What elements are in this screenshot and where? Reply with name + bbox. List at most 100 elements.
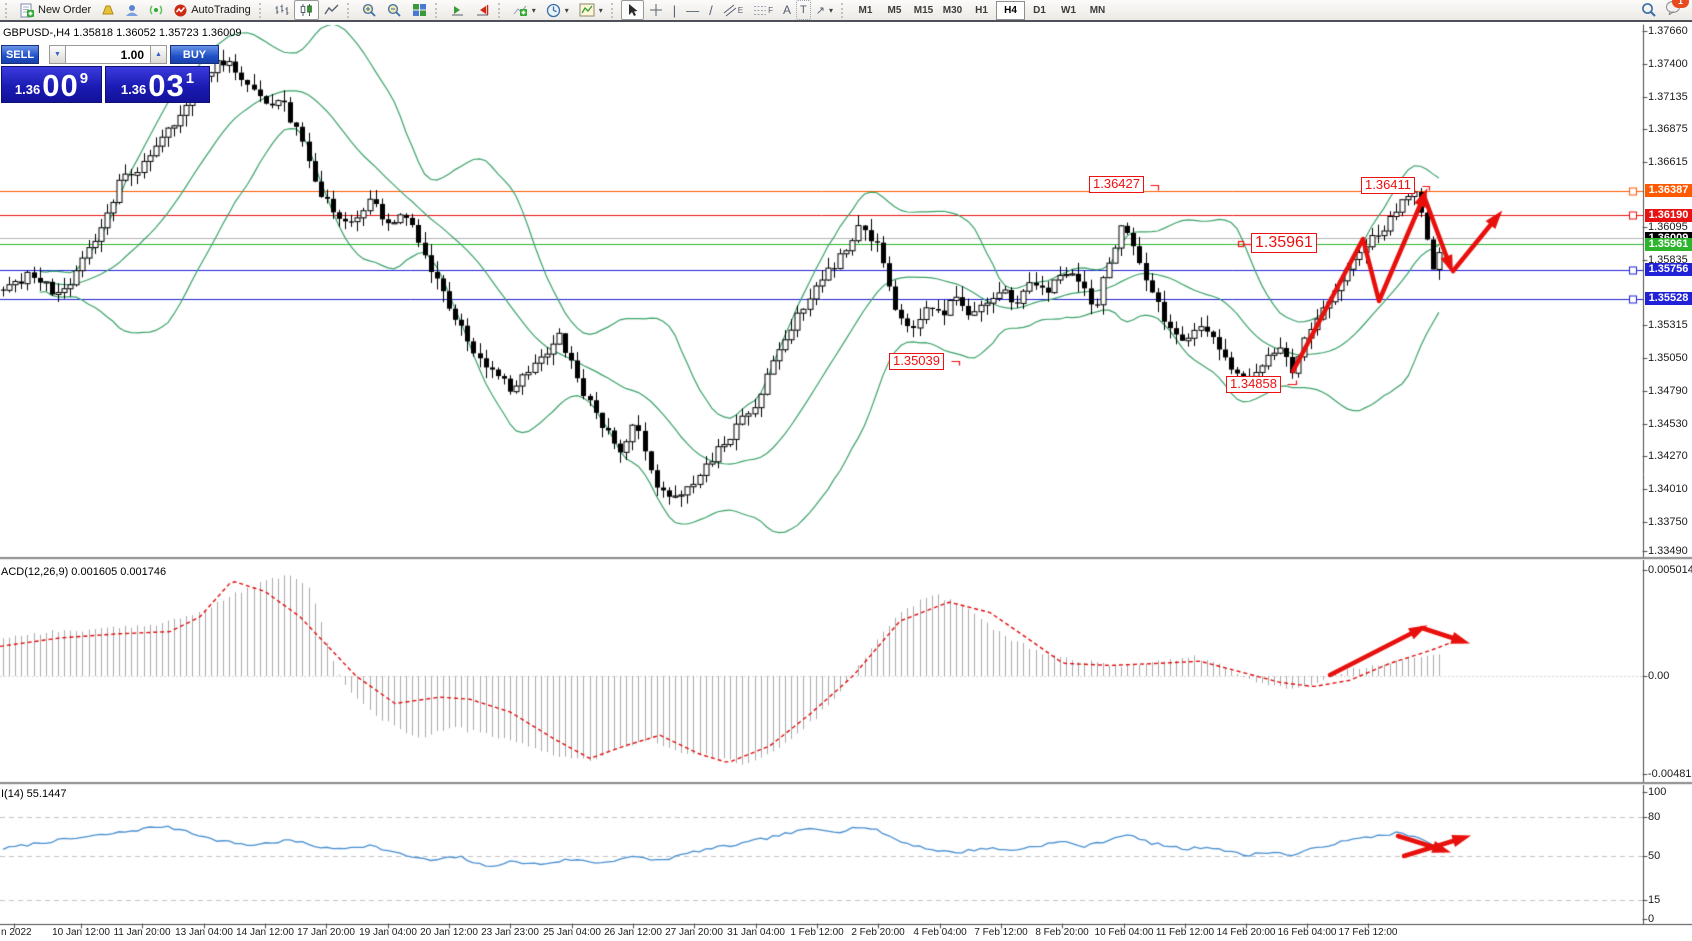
macd-axis-label: 0.00 bbox=[1648, 670, 1669, 682]
time-axis-label: 11 Feb 12:00 bbox=[1156, 927, 1214, 938]
toolbar-grip bbox=[347, 3, 354, 18]
rsi-header: I(14) 55.1447 bbox=[1, 788, 66, 800]
annotation-label[interactable]: 1.36427 bbox=[1089, 176, 1144, 193]
text-tool-button[interactable]: A bbox=[778, 0, 796, 20]
price-axis-label: 1.35315 bbox=[1648, 319, 1688, 331]
trendline-tool-button[interactable]: / bbox=[704, 0, 718, 20]
arrows-tool-button[interactable]: ↗ ▾ bbox=[811, 0, 838, 20]
time-axis-label: 17 Jan 20:00 bbox=[297, 927, 355, 938]
search-icon[interactable] bbox=[1641, 2, 1657, 18]
time-axis-label: 8 Feb 20:00 bbox=[1035, 927, 1088, 938]
timeframe-button-m5[interactable]: M5 bbox=[880, 1, 909, 20]
channel-tool-button[interactable]: E bbox=[718, 0, 748, 20]
auto-scroll-icon bbox=[450, 3, 465, 17]
periods-clock-icon bbox=[546, 3, 561, 18]
market-watch-button[interactable] bbox=[120, 0, 144, 20]
dropdown-caret-icon: ▾ bbox=[532, 6, 536, 15]
price-axis-label: 1.34790 bbox=[1648, 385, 1688, 397]
new-order-label: New Order bbox=[38, 4, 91, 16]
notification-badge: 1 bbox=[1672, 0, 1689, 8]
time-axis-label: 25 Jan 04:00 bbox=[543, 927, 601, 938]
rsi-axis-label: 0 bbox=[1648, 913, 1654, 925]
chart-canvas[interactable] bbox=[0, 0, 1692, 941]
timeframe-button-m15[interactable]: M15 bbox=[909, 1, 938, 20]
timeframe-button-m1[interactable]: M1 bbox=[851, 1, 880, 20]
line-chart-button[interactable] bbox=[319, 0, 344, 20]
timeframe-button-h1[interactable]: H1 bbox=[967, 1, 996, 20]
sell-price-box[interactable]: 1.36 00 9 bbox=[1, 66, 102, 103]
macd-axis-label: 0.005014 bbox=[1648, 564, 1692, 576]
time-axis-label: 4 Feb 04:00 bbox=[913, 927, 966, 938]
price-tag: 1.35756 bbox=[1645, 263, 1692, 276]
one-click-trading-panel: SELL ▼ 1.00 ▲ BUY 1.36 00 9 1.36 03 1 bbox=[1, 45, 219, 103]
signals-button[interactable] bbox=[144, 0, 168, 20]
time-axis-label: 10 Feb 04:00 bbox=[1095, 927, 1154, 938]
tile-windows-button[interactable] bbox=[407, 0, 432, 20]
timeframe-button-d1[interactable]: D1 bbox=[1025, 1, 1054, 20]
price-axis-label: 1.33490 bbox=[1648, 545, 1688, 557]
bar-chart-button[interactable] bbox=[269, 0, 294, 20]
notifications-button[interactable]: 1 bbox=[1665, 0, 1682, 20]
price-tag: 1.35961 bbox=[1645, 238, 1692, 251]
buy-price-big: 03 bbox=[148, 71, 184, 101]
timeframe-button-mn[interactable]: MN bbox=[1083, 1, 1112, 20]
toolbar-grip bbox=[5, 3, 12, 18]
timeframe-button-w1[interactable]: W1 bbox=[1054, 1, 1083, 20]
styler-button[interactable] bbox=[96, 0, 120, 20]
volume-up-button[interactable]: ▲ bbox=[150, 45, 167, 64]
fibonacci-icon bbox=[753, 4, 767, 17]
zoom-out-button[interactable] bbox=[382, 0, 407, 20]
rsi-axis-label: 80 bbox=[1648, 811, 1660, 823]
zoom-in-button[interactable] bbox=[357, 0, 382, 20]
auto-scroll-button[interactable] bbox=[445, 0, 470, 20]
trendline-icon: / bbox=[709, 3, 713, 18]
templates-button[interactable]: ▾ bbox=[574, 0, 608, 20]
candlestick-chart-icon bbox=[299, 3, 314, 17]
timeframe-group: M1M5M15M30H1H4D1W1MN bbox=[851, 1, 1112, 20]
new-order-icon bbox=[20, 3, 35, 18]
label-tool-icon: T bbox=[800, 4, 807, 16]
time-axis-label: n 2022 bbox=[1, 927, 32, 938]
annotation-label[interactable]: 1.36411 bbox=[1361, 177, 1415, 194]
buy-button[interactable]: BUY bbox=[170, 45, 219, 64]
chart-shift-button[interactable] bbox=[470, 0, 495, 20]
sell-price-small: 1.36 bbox=[15, 82, 40, 97]
zoom-in-icon bbox=[362, 3, 377, 18]
fibonacci-tool-button[interactable]: F bbox=[748, 0, 778, 20]
candlestick-chart-button[interactable] bbox=[294, 0, 319, 20]
new-order-button[interactable]: New Order bbox=[15, 0, 96, 20]
hline-icon: — bbox=[686, 3, 699, 18]
macd-axis-label: -0.004812 bbox=[1648, 768, 1692, 780]
time-axis-label: 14 Feb 20:00 bbox=[1217, 927, 1276, 938]
bar-chart-icon bbox=[274, 3, 289, 17]
price-axis-label: 1.37660 bbox=[1648, 25, 1688, 37]
dropdown-caret-icon: ▾ bbox=[599, 6, 603, 15]
annotation-label[interactable]: 1.34858 bbox=[1226, 376, 1281, 393]
fibonacci-letter: F bbox=[768, 6, 773, 15]
periods-button[interactable]: ▾ bbox=[541, 0, 574, 20]
price-axis-label: 1.36615 bbox=[1648, 156, 1688, 168]
time-axis-label: 11 Jan 20:00 bbox=[113, 927, 170, 938]
indicators-icon bbox=[513, 3, 528, 17]
hline-tool-button[interactable]: — bbox=[681, 0, 704, 20]
indicators-button[interactable]: ▾ bbox=[508, 0, 541, 20]
sell-button[interactable]: SELL bbox=[1, 45, 39, 64]
autotrading-button[interactable]: AutoTrading bbox=[168, 0, 256, 20]
annotation-label[interactable]: 1.35961 bbox=[1251, 233, 1317, 253]
timeframe-button-h4[interactable]: H4 bbox=[996, 1, 1025, 20]
volume-input[interactable]: 1.00 bbox=[66, 45, 150, 64]
timeframe-button-m30[interactable]: M30 bbox=[938, 1, 967, 20]
price-axis-label: 1.37400 bbox=[1648, 58, 1688, 70]
vline-tool-button[interactable]: | bbox=[668, 0, 681, 20]
label-tool-button[interactable]: T bbox=[796, 0, 811, 20]
toolbar-grip bbox=[498, 3, 505, 18]
channel-letter: E bbox=[738, 6, 743, 15]
annotation-label[interactable]: 1.35039 bbox=[889, 353, 944, 370]
time-axis-label: 26 Jan 12:00 bbox=[604, 927, 662, 938]
toolbar-grip bbox=[259, 3, 266, 18]
autotrading-icon bbox=[173, 3, 188, 18]
cursor-tool-button[interactable] bbox=[621, 0, 644, 20]
buy-price-box[interactable]: 1.36 03 1 bbox=[105, 66, 210, 103]
volume-down-button[interactable]: ▼ bbox=[49, 45, 66, 64]
crosshair-tool-button[interactable] bbox=[644, 0, 668, 20]
